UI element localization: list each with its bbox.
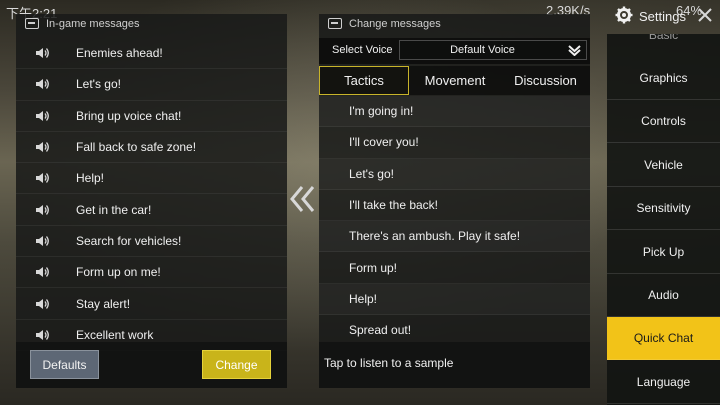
phrase-list-item[interactable]: I'll cover you! xyxy=(319,127,590,159)
phrase-list: I'm going in! I'll cover you! Let's go! I'l… xyxy=(319,96,590,344)
phrase-list-item[interactable]: Spread out! xyxy=(319,315,590,344)
speaker-icon xyxy=(36,328,60,342)
voice-select-dropdown[interactable]: Default Voice xyxy=(399,40,587,60)
message-list-item[interactable]: Form up on me! xyxy=(16,257,287,289)
tab-tactics[interactable]: Tactics xyxy=(319,66,409,95)
change-button[interactable]: Change xyxy=(202,350,271,379)
change-messages-header: Change messages xyxy=(319,14,590,36)
in-game-messages-panel: In-game messages Enemies ahead! Let's go!… xyxy=(16,14,287,388)
message-list-item[interactable]: Let's go! xyxy=(16,69,287,101)
chevron-down-icon xyxy=(568,44,581,57)
speaker-icon xyxy=(36,297,60,311)
message-list-item[interactable]: Stay alert! xyxy=(16,288,287,320)
sidebar-item-quick-chat[interactable]: Quick Chat xyxy=(607,317,720,361)
change-messages-title: Change messages xyxy=(349,18,441,30)
message-label: Let's go! xyxy=(76,77,121,92)
message-list-item[interactable]: Enemies ahead! xyxy=(16,38,287,70)
message-label: Fall back to safe zone! xyxy=(76,140,197,155)
sidebar-item-vehicle[interactable]: Vehicle xyxy=(607,144,720,187)
phrase-list-item[interactable]: Let's go! xyxy=(319,159,590,190)
speaker-icon xyxy=(36,109,60,123)
close-icon[interactable] xyxy=(696,6,714,24)
select-voice-label: Select Voice xyxy=(332,44,393,56)
settings-title: Settings xyxy=(639,9,686,24)
message-label: Bring up voice chat! xyxy=(76,108,182,123)
sample-hint: Tap to listen to a sample xyxy=(324,356,454,370)
in-game-messages-title: In-game messages xyxy=(46,18,140,30)
sidebar-item-label: Basic xyxy=(648,34,679,42)
sidebar-item-basic[interactable]: Basic xyxy=(607,34,720,56)
in-game-message-list: Enemies ahead! Let's go! Bring up voice ch… xyxy=(16,38,287,352)
sidebar-item-controls[interactable]: Controls xyxy=(607,100,720,144)
message-label: Get in the car! xyxy=(76,202,152,217)
speaker-icon xyxy=(36,171,60,185)
phrase-list-item[interactable]: Help! xyxy=(319,284,590,316)
message-label: Stay alert! xyxy=(76,296,131,311)
message-list-item[interactable]: Search for vehicles! xyxy=(16,226,287,258)
sidebar-item-audio[interactable]: Audio xyxy=(607,274,720,317)
phrase-list-item[interactable]: There's an ambush. Play it safe! xyxy=(319,221,590,253)
speaker-icon xyxy=(36,203,60,217)
sidebar-item-graphics[interactable]: Graphics xyxy=(607,57,720,100)
speaker-icon xyxy=(36,265,60,279)
in-game-messages-header: In-game messages xyxy=(16,14,287,36)
phrase-list-item[interactable]: I'm going in! xyxy=(319,96,590,128)
message-list-item[interactable]: Help! xyxy=(16,163,287,195)
sidebar-item-sensitivity[interactable]: Sensitivity xyxy=(607,187,720,231)
message-category-tabs: Tactics Movement Discussion xyxy=(319,66,590,95)
gear-icon xyxy=(615,6,633,24)
edit-icon xyxy=(328,18,342,29)
phrase-list-item[interactable]: Form up! xyxy=(319,252,590,284)
change-messages-panel: Change messages Select Voice Default Voi… xyxy=(319,14,590,388)
message-label: Enemies ahead! xyxy=(76,46,163,61)
message-list-item[interactable]: Fall back to safe zone! xyxy=(16,132,287,164)
speaker-icon xyxy=(36,46,60,60)
voice-select-value: Default Voice xyxy=(450,44,515,56)
sidebar-item-pick-up[interactable]: Pick Up xyxy=(607,231,720,274)
tab-discussion[interactable]: Discussion xyxy=(501,66,590,95)
speaker-icon xyxy=(36,140,60,154)
settings-sidebar: Basic Graphics Controls Vehicle Sensitivity P… xyxy=(607,34,720,405)
message-label: Search for vehicles! xyxy=(76,233,182,248)
message-label: Help! xyxy=(76,171,105,186)
chat-icon xyxy=(25,18,39,29)
double-chevron-left-icon[interactable] xyxy=(289,183,317,215)
select-voice-row: Select Voice Default Voice xyxy=(319,38,590,64)
message-list-item[interactable]: Bring up voice chat! xyxy=(16,101,287,132)
speaker-icon xyxy=(36,77,60,91)
right-panel-footer: Tap to listen to a sample xyxy=(319,342,590,388)
settings-header: Settings xyxy=(609,4,720,32)
sidebar-item-language[interactable]: Language xyxy=(607,361,720,404)
phrase-list-item[interactable]: I'll take the back! xyxy=(319,190,590,222)
tab-movement[interactable]: Movement xyxy=(411,66,499,95)
left-panel-footer: Defaults Change xyxy=(16,342,287,388)
message-list-item[interactable]: Get in the car! xyxy=(16,194,287,226)
defaults-button[interactable]: Defaults xyxy=(30,350,99,379)
message-label: Excellent work xyxy=(76,327,154,342)
speaker-icon xyxy=(36,234,60,248)
message-label: Form up on me! xyxy=(76,265,161,280)
